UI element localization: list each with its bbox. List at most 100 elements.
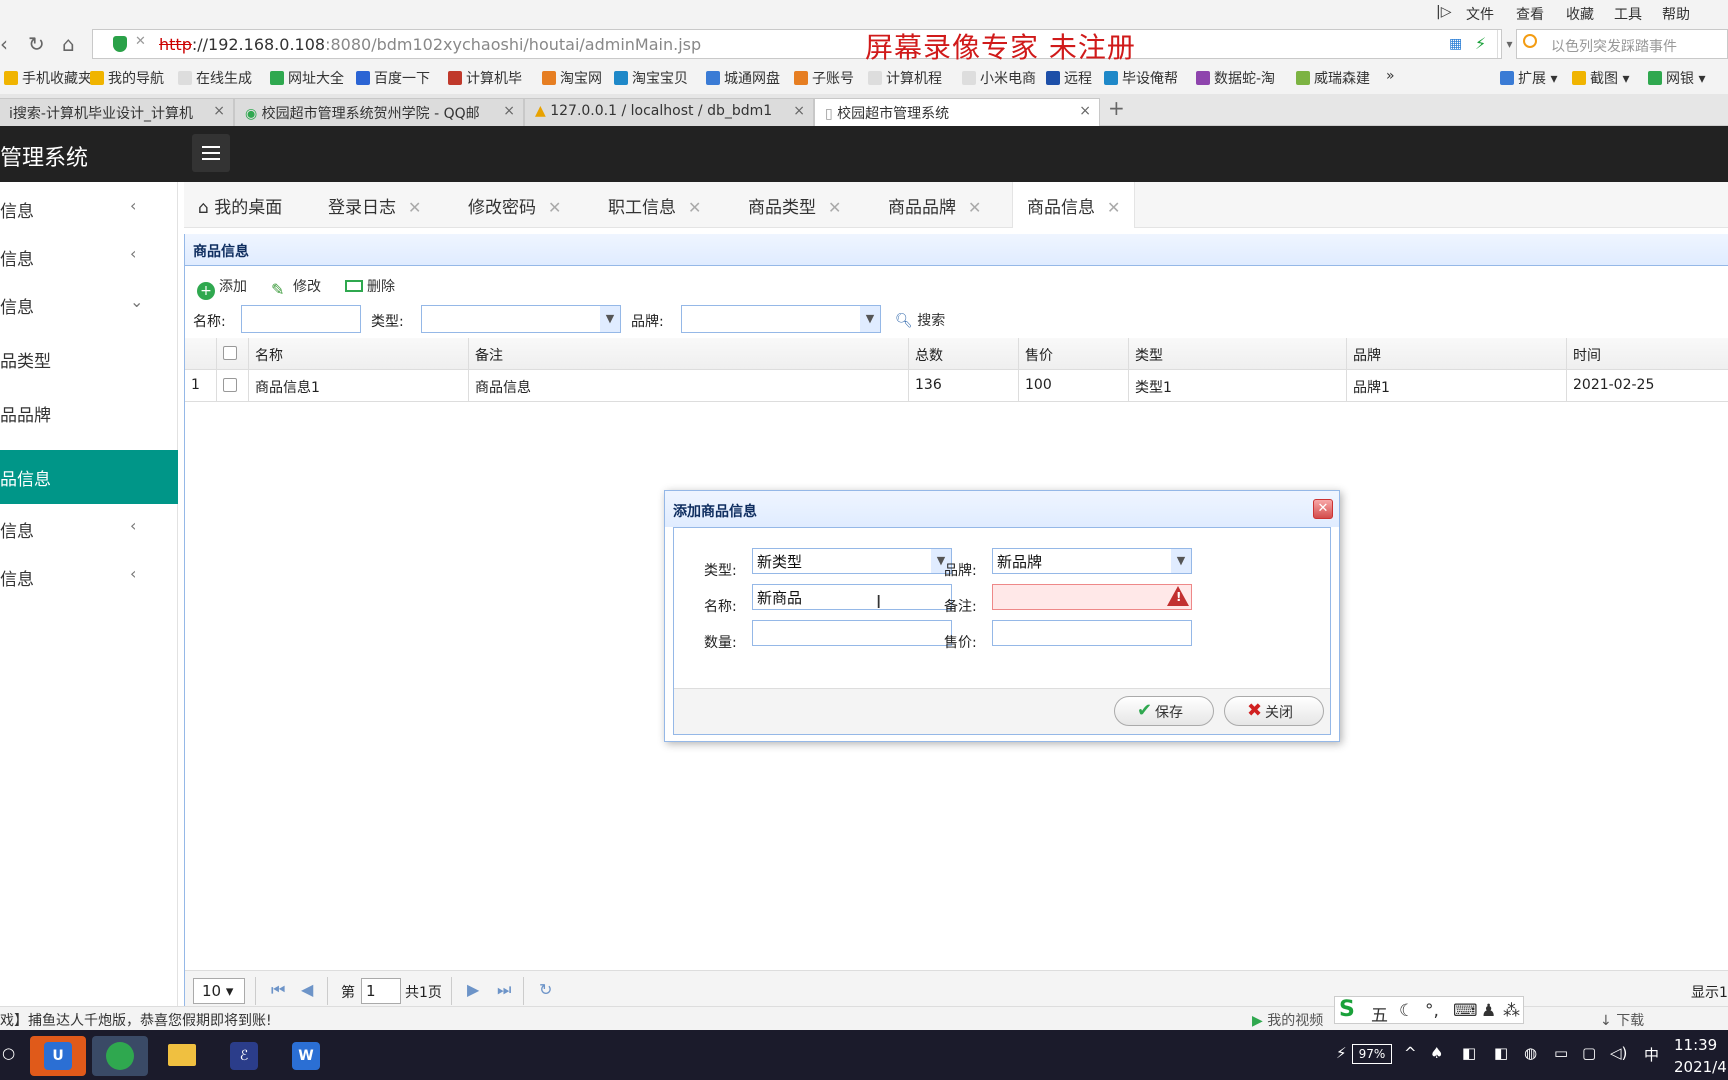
my-video-link[interactable]: ▶ 我的视频 — [1252, 1010, 1323, 1030]
close-icon[interactable]: × — [503, 103, 515, 119]
close-icon[interactable]: × — [213, 103, 225, 119]
column-header[interactable]: 备注 — [469, 338, 909, 370]
close-icon[interactable]: × — [793, 103, 805, 119]
close-icon[interactable]: ✕ — [828, 198, 841, 217]
close-icon[interactable]: ✕ — [1107, 198, 1120, 217]
tab-goods-type[interactable]: 商品类型 ✕ — [734, 182, 855, 228]
chevron-up-icon[interactable]: ^ — [1404, 1044, 1417, 1062]
close-icon[interactable]: × — [1079, 103, 1091, 119]
column-header[interactable]: 总数 — [909, 338, 1019, 370]
sidebar-item-sales[interactable]: 销售信息‹ — [0, 502, 178, 556]
bookmark-item[interactable]: 计算机程 — [868, 68, 942, 88]
lightning-icon[interactable]: ⚡ — [1475, 34, 1486, 53]
tray-app-icon[interactable]: ◧ — [1494, 1044, 1508, 1062]
close-button[interactable]: ✖ 关闭 — [1224, 696, 1324, 726]
apps-icon[interactable]: ⁂ — [1503, 1001, 1520, 1021]
type-select[interactable]: 新类型 ▼ — [752, 548, 952, 574]
new-tab-button[interactable]: + — [1108, 96, 1125, 120]
search-button[interactable]: 🔍︎ 搜索 — [895, 310, 945, 330]
bookmark-item[interactable]: 手机收藏夹 — [4, 68, 92, 88]
sidebar-item-goods-brand[interactable]: 商品品牌 — [0, 386, 178, 440]
close-icon[interactable]: ✕ — [408, 198, 421, 217]
tab-goods-info[interactable]: 商品信息 ✕ — [1012, 182, 1136, 228]
close-icon[interactable]: ✕ — [548, 198, 561, 217]
bookmark-item[interactable]: 网址大全 — [270, 68, 344, 88]
keyboard-icon[interactable]: ⌨ — [1453, 1001, 1478, 1021]
tab-staff[interactable]: 职工信息 ✕ — [594, 182, 715, 228]
column-header[interactable]: 类型 — [1129, 338, 1347, 370]
next-page-icon[interactable]: ▶ — [467, 980, 479, 999]
volume-icon[interactable]: ◁) — [1610, 1044, 1627, 1062]
filter-type-select[interactable]: ▼ — [421, 305, 621, 333]
bookmark-item[interactable]: 淘宝宝贝 — [614, 68, 688, 88]
filter-name-input[interactable] — [241, 305, 361, 333]
sidebar-item-stock[interactable]: 库存信息‹ — [0, 550, 178, 604]
price-input[interactable] — [992, 620, 1192, 646]
input-language[interactable]: 中 — [1644, 1044, 1659, 1065]
page-number-input[interactable]: 1 — [361, 978, 401, 1004]
column-header[interactable]: 时间 — [1567, 338, 1728, 370]
word-taskbar-icon[interactable]: W — [284, 1036, 328, 1076]
bookmark-item[interactable]: 我的导航 — [90, 68, 164, 88]
table-row[interactable]: 1 商品信息1 商品信息 136 100 类型1 品牌1 2021-02-25 — [185, 370, 1728, 402]
system-clock[interactable]: 11:39 2021/4 — [1674, 1034, 1727, 1078]
taskbar-app-icon[interactable]: U — [30, 1036, 86, 1076]
menu-tools[interactable]: 工具 — [1614, 4, 1642, 24]
ime-mode[interactable]: 五 — [1371, 1001, 1388, 1026]
quantity-input[interactable] — [752, 620, 952, 646]
row-checkbox[interactable] — [217, 370, 249, 402]
first-page-icon[interactable]: ⏮ — [271, 980, 285, 1000]
sidebar-item-goods[interactable]: 商品信息⌄ — [0, 278, 178, 332]
browser-tab[interactable]: i搜索-计算机毕业设计_计算机 × — [0, 98, 234, 126]
save-button[interactable]: ✔ 保存 — [1114, 696, 1214, 726]
tab-goods-brand[interactable]: 商品品牌 ✕ — [874, 182, 995, 228]
tray-app-icon[interactable]: ◧ — [1462, 1044, 1476, 1062]
menu-help[interactable]: 帮助 — [1662, 4, 1690, 24]
column-header[interactable]: 售价 — [1019, 338, 1129, 370]
tab-desktop[interactable]: ⌂ 我的桌面 — [184, 182, 296, 228]
page-size-select[interactable]: 10 ▾ — [193, 978, 245, 1004]
screenshot-button[interactable]: 截图 ▾ — [1572, 68, 1629, 88]
battery-icon[interactable]: ▭ — [1554, 1044, 1568, 1062]
wechat-icon[interactable]: ◍ — [1524, 1044, 1537, 1062]
qr-icon[interactable]: ▦ — [1449, 36, 1462, 52]
bookmark-item[interactable]: 毕设俺帮 — [1104, 68, 1178, 88]
last-page-icon[interactable]: ⏭ — [497, 980, 511, 1000]
close-icon[interactable]: ✕ — [688, 198, 701, 217]
sidebar-item-goods-type[interactable]: 商品类型 — [0, 332, 178, 386]
sidebar-item-staff[interactable]: 职工信息‹ — [0, 182, 178, 236]
name-input[interactable]: 新商品 — [752, 584, 952, 610]
close-icon[interactable]: ✕ — [968, 198, 981, 217]
note-input[interactable]: ! — [992, 584, 1192, 610]
sidebar-item-goods-info[interactable]: 商品信息 — [0, 450, 178, 504]
ime-toolbar[interactable]: S 五 ☾ °, ⌨ ♟ ⁂ — [1334, 996, 1524, 1026]
brand-select[interactable]: 新品牌 ▼ — [992, 548, 1192, 574]
filter-brand-select[interactable]: ▼ — [681, 305, 881, 333]
bookmark-item[interactable]: 城通网盘 — [706, 68, 780, 88]
explorer-taskbar-icon[interactable] — [160, 1036, 204, 1076]
download-button[interactable]: ↓ 下载 — [1600, 1010, 1644, 1030]
menu-favorites[interactable]: 收藏 — [1566, 4, 1594, 24]
editor-taskbar-icon[interactable]: ℰ — [222, 1036, 266, 1076]
close-icon[interactable]: ✕ — [1313, 499, 1333, 519]
bookmark-item[interactable]: 威瑞森建 — [1296, 68, 1370, 88]
browser-taskbar-icon[interactable] — [92, 1036, 148, 1076]
bookmark-item[interactable]: 百度一下 — [356, 68, 430, 88]
url-text[interactable]: http://192.168.0.108:8080/bdm102xychaosh… — [159, 35, 701, 54]
start-icon[interactable]: ○ — [2, 1044, 15, 1062]
address-bar[interactable]: ✕ http://192.168.0.108:8080/bdm102xychao… — [92, 29, 1513, 59]
network-icon[interactable]: ▢ — [1582, 1044, 1596, 1062]
delete-button[interactable]: 删除 — [345, 276, 395, 296]
menu-toggle-button[interactable] — [192, 134, 230, 172]
column-header[interactable]: 品牌 — [1347, 338, 1567, 370]
bookmark-item[interactable]: 在线生成 — [178, 68, 252, 88]
select-all-checkbox[interactable] — [217, 338, 249, 370]
menu-file[interactable]: 文件 — [1466, 4, 1494, 24]
bookmark-item[interactable]: 远程 — [1046, 68, 1092, 88]
add-button[interactable]: + 添加 — [197, 276, 247, 300]
menu-view[interactable]: 查看 — [1516, 4, 1544, 24]
tray-app-icon[interactable]: ♠ — [1430, 1044, 1443, 1062]
home-icon[interactable]: ⌂ — [62, 32, 75, 56]
refresh-icon[interactable]: ↻ — [539, 980, 552, 999]
bookmark-item[interactable]: 数据蛇-淘 — [1196, 68, 1275, 88]
